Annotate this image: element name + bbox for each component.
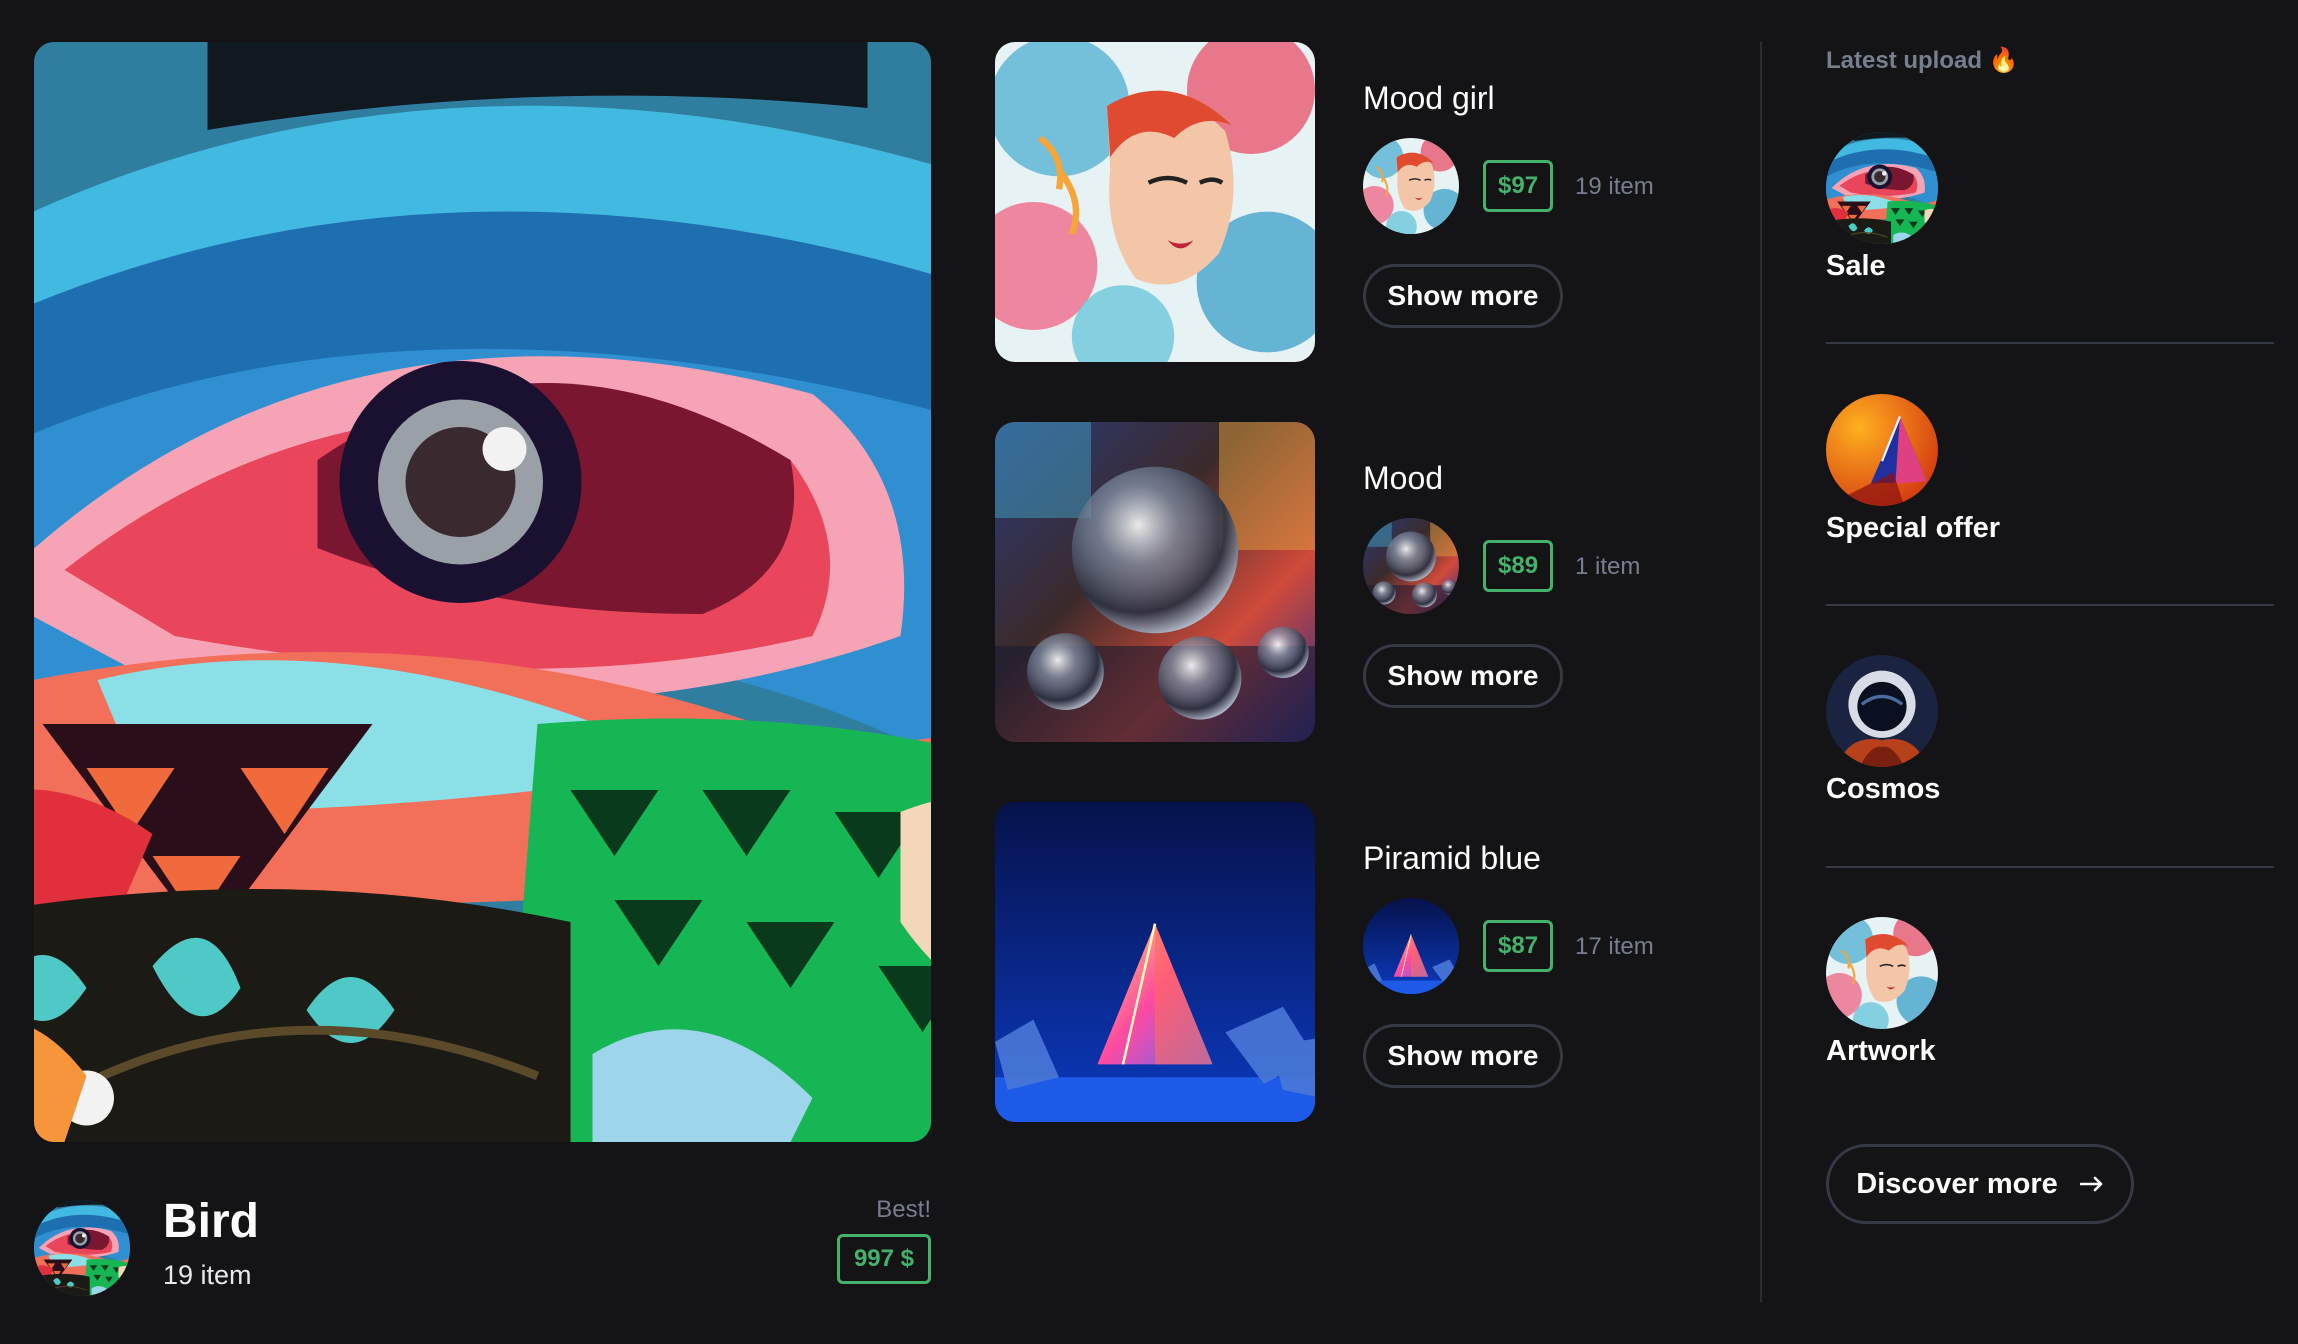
sidebar-item-sale[interactable]: Sale: [1826, 132, 2274, 332]
sale-avatar: [1826, 132, 1938, 244]
divider: [1826, 342, 2274, 344]
item-price: $87: [1483, 920, 1554, 972]
column-divider: [1760, 42, 1762, 1302]
discover-more-button[interactable]: Discover more: [1826, 1144, 2134, 1224]
featured-badge: Best!: [876, 1196, 931, 1223]
show-more-button[interactable]: Show more: [1363, 1024, 1563, 1088]
cosmos-avatar: [1826, 655, 1938, 767]
list-item: Mood girl $97 19 item Show more: [995, 42, 1705, 362]
item-title[interactable]: Mood: [1363, 460, 1443, 497]
item-avatar[interactable]: [1363, 138, 1459, 234]
item-title[interactable]: Mood girl: [1363, 80, 1495, 117]
show-more-button[interactable]: Show more: [1363, 644, 1563, 708]
sidebar-item-artwork[interactable]: Artwork: [1826, 917, 2274, 1117]
arrow-right-icon: [2079, 1176, 2103, 1192]
item-image[interactable]: [995, 42, 1315, 362]
bird-artwork: [34, 42, 931, 1142]
item-image[interactable]: [995, 422, 1315, 742]
latest-upload-label: Latest upload 🔥: [1826, 47, 2019, 74]
sidebar-item-label: Artwork: [1826, 1035, 1936, 1067]
item-count: 19 item: [1575, 173, 1654, 200]
item-price: $89: [1483, 540, 1554, 592]
featured-avatar[interactable]: [34, 1200, 130, 1296]
featured-image[interactable]: [34, 42, 931, 1142]
item-title[interactable]: Piramid blue: [1363, 840, 1541, 877]
item-price: $97: [1483, 160, 1554, 212]
divider: [1826, 604, 2274, 606]
featured-count: 19 item: [163, 1260, 252, 1290]
item-count: 17 item: [1575, 933, 1654, 960]
sidebar-item-label: Special offer: [1826, 512, 2001, 544]
sidebar-item-special-offer[interactable]: Special offer: [1826, 394, 2274, 594]
item-avatar[interactable]: [1363, 898, 1459, 994]
special-offer-avatar: [1826, 394, 1938, 506]
featured-price: 997 $: [836, 1234, 931, 1284]
list-item: Mood $89 1 item Show more: [995, 422, 1705, 742]
sidebar-item-label: Sale: [1826, 250, 1886, 282]
item-image[interactable]: [995, 802, 1315, 1122]
discover-more-label: Discover more: [1856, 1167, 2058, 1200]
featured-info: Bird 19 item Best! 997 $: [34, 1196, 931, 1296]
featured-title[interactable]: Bird: [163, 1196, 259, 1248]
sidebar-item-label: Cosmos: [1826, 773, 1941, 805]
artwork-avatar: [1826, 917, 1938, 1029]
item-avatar[interactable]: [1363, 518, 1459, 614]
list-item: Piramid blue $87 17 item Show more: [995, 802, 1705, 1122]
item-count: 1 item: [1575, 553, 1641, 580]
divider: [1826, 866, 2274, 868]
show-more-button[interactable]: Show more: [1363, 264, 1563, 328]
sidebar-item-cosmos[interactable]: Cosmos: [1826, 655, 2274, 855]
